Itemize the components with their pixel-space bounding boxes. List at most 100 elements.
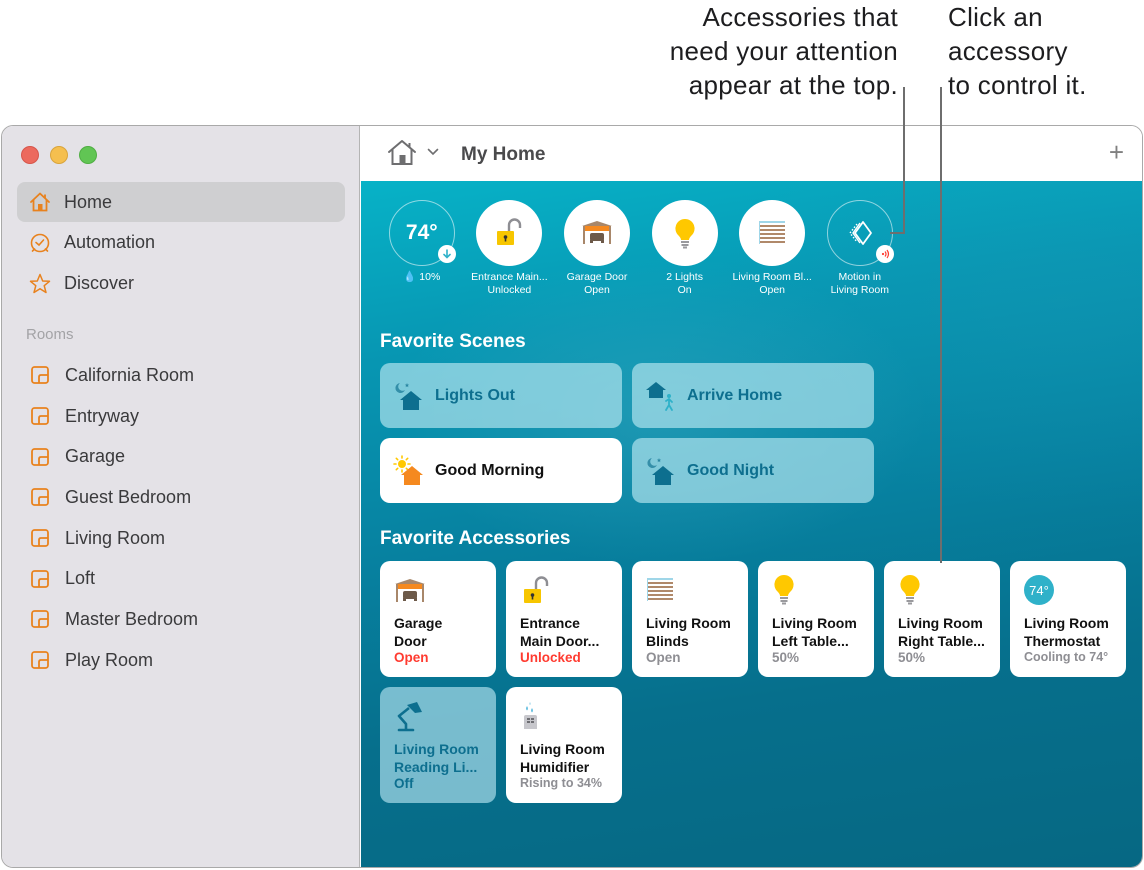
- favorite-accessories: Garage Door Open Entrance Main Door... U…: [380, 561, 1126, 803]
- scene-arrive-home[interactable]: Arrive Home: [632, 363, 874, 428]
- window-controls: [21, 146, 97, 164]
- accessory-name: Entrance Main Door...: [520, 615, 600, 649]
- sidebar-item-home[interactable]: Home: [17, 182, 345, 222]
- blinds-icon: [647, 578, 673, 601]
- callout-control: Click an accessory to control it.: [948, 0, 1144, 102]
- thermostat-icon: 74°: [388, 200, 456, 266]
- star-icon: [28, 272, 52, 296]
- callout-line-2: need your attention: [669, 36, 898, 66]
- lock-open-icon: [476, 200, 543, 266]
- sidebar-item-discover[interactable]: Discover: [17, 264, 345, 304]
- scene-good-morning[interactable]: Good Morning: [380, 438, 622, 503]
- thermostat-badge: 74°: [1024, 575, 1054, 605]
- close-window-button[interactable]: [21, 146, 39, 164]
- lightbulb-icon: [774, 574, 794, 605]
- accessory-tile-blinds[interactable]: Living Room Blinds Open: [632, 561, 748, 677]
- callout-leader-attention: [903, 87, 905, 233]
- garage-door-icon: [563, 200, 630, 266]
- temperature-value: 74°: [405, 221, 438, 244]
- status-row: 74° 💧 10% Entrance Main... Unlocked Gara…: [378, 200, 904, 296]
- accessory-tile-entrance-lock[interactable]: Entrance Main Door... Unlocked: [506, 561, 622, 677]
- status-label: 💧 10%: [403, 271, 441, 283]
- callout-leader-control: [940, 87, 942, 563]
- sidebar-item-room[interactable]: Master Bedroom: [17, 599, 345, 640]
- status-entrance-lock[interactable]: Entrance Main... Unlocked: [466, 200, 554, 296]
- home-dashboard: 74° 💧 10% Entrance Main... Unlocked Gara…: [361, 181, 1142, 867]
- accessory-status: Cooling to 74°: [1024, 650, 1109, 664]
- room-icon: [31, 488, 49, 507]
- accessory-name: Living Room Right Table...: [898, 615, 985, 649]
- sidebar-item-room[interactable]: Garage: [17, 436, 345, 477]
- add-button[interactable]: +: [1109, 139, 1124, 165]
- page-title: My Home: [461, 144, 546, 165]
- garage-door-icon: [395, 579, 425, 602]
- room-icon: [31, 569, 49, 588]
- room-icon: [31, 407, 49, 425]
- clock-icon: [28, 231, 52, 255]
- sidebar-item-label: Discover: [64, 273, 135, 294]
- blinds-icon: [739, 200, 806, 266]
- sidebar-item-room[interactable]: Guest Bedroom: [17, 477, 345, 518]
- accessory-status: 50%: [898, 650, 926, 665]
- motion-detected-icon: [875, 245, 894, 263]
- callout-attention: Accessories that need your attention app…: [578, 0, 898, 102]
- accessory-tile-right-table-lamp[interactable]: Living Room Right Table... 50%: [884, 561, 1000, 677]
- status-lights[interactable]: 2 Lights On: [641, 200, 729, 296]
- accessory-tile-left-table-lamp[interactable]: Living Room Left Table... 50%: [758, 561, 874, 677]
- room-label: Guest Bedroom: [65, 486, 192, 507]
- status-thermostat[interactable]: 74° 💧 10%: [378, 200, 466, 296]
- callout-line-1: Click an: [948, 2, 1043, 32]
- accessory-status: Open: [646, 650, 681, 665]
- chevron-down-icon[interactable]: [427, 148, 439, 156]
- scene-lights-out[interactable]: Lights Out: [380, 363, 622, 428]
- accessory-name: Living Room Blinds: [646, 615, 731, 649]
- night-house-icon: [395, 382, 422, 410]
- home-icon: [28, 190, 52, 214]
- room-icon: [31, 651, 49, 670]
- toolbar: My Home +: [361, 126, 1142, 181]
- night-house-icon: [647, 457, 674, 485]
- scene-label: Arrive Home: [687, 386, 783, 404]
- sidebar-item-room[interactable]: Entryway: [17, 396, 345, 437]
- status-blinds[interactable]: Living Room Bl... Open: [728, 200, 816, 296]
- accessory-tile-humidifier[interactable]: Living Room Humidifier Rising to 34%: [506, 687, 622, 803]
- accessory-status: Open: [394, 650, 429, 665]
- scene-label: Good Morning: [435, 461, 545, 479]
- status-label: Garage Door Open: [566, 271, 628, 296]
- sidebar-item-room[interactable]: Living Room: [17, 518, 345, 559]
- callout-line-2: accessory: [948, 36, 1068, 66]
- arrive-home-icon: [646, 381, 673, 411]
- minimize-window-button[interactable]: [50, 146, 68, 164]
- room-label: Living Room: [65, 527, 166, 548]
- sidebar-item-room[interactable]: Loft: [17, 558, 345, 599]
- rooms-list: California Room Entryway Garage Guest Be…: [17, 355, 345, 681]
- zoom-window-button[interactable]: [79, 146, 97, 164]
- accessory-tile-thermostat[interactable]: 74° Living Room Thermostat Cooling to 74…: [1010, 561, 1126, 677]
- favorite-scenes-title: Favorite Scenes: [380, 331, 526, 352]
- accessory-tile-reading-lamp[interactable]: Living Room Reading Li... Off: [380, 687, 496, 803]
- room-label: Play Room: [65, 649, 154, 670]
- sidebar: Home Automation Discover Rooms Californi…: [2, 126, 360, 867]
- sidebar-item-room[interactable]: California Room: [17, 355, 345, 396]
- status-motion-sensor[interactable]: Motion in Living Room: [816, 200, 904, 296]
- accessory-name: Living Room Reading Li...: [394, 741, 479, 775]
- sidebar-item-automation[interactable]: Automation: [17, 223, 345, 263]
- lightbulb-icon: [900, 574, 920, 605]
- cooling-arrow-icon: [437, 245, 456, 263]
- accessory-tile-garage-door[interactable]: Garage Door Open: [380, 561, 496, 677]
- scene-label: Good Night: [687, 461, 775, 479]
- main-panel: My Home + 74° 💧 10% Entrance Main... Unl…: [361, 126, 1142, 867]
- status-label: Entrance Main... Unlocked: [471, 271, 548, 296]
- sidebar-item-room[interactable]: Play Room: [17, 640, 345, 681]
- scene-label: Lights Out: [435, 386, 515, 404]
- favorite-scenes: Lights Out Arrive Home Good Morning Good…: [380, 363, 874, 503]
- accessory-status: Unlocked: [520, 650, 581, 665]
- status-garage-door[interactable]: Garage Door Open: [553, 200, 641, 296]
- accessory-status: 50%: [772, 650, 800, 665]
- sidebar-item-label: Home: [64, 191, 113, 212]
- callout-line-3: to control it.: [948, 70, 1087, 100]
- scene-good-night[interactable]: Good Night: [632, 438, 874, 503]
- sidebar-item-label: Automation: [64, 232, 156, 253]
- status-label: Motion in Living Room: [830, 271, 889, 296]
- home-menu-icon[interactable]: [387, 138, 417, 166]
